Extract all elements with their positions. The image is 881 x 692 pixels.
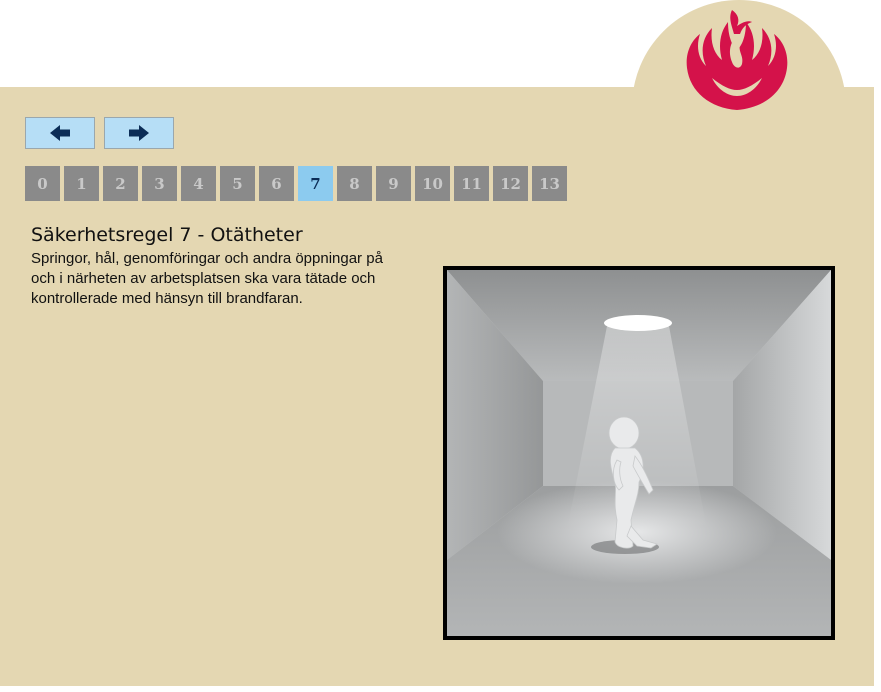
phoenix-logo-icon: [686, 10, 788, 110]
page-button-7-active[interactable]: 7: [298, 166, 333, 201]
slide-title: Säkerhetsregel 7 - Otätheter: [31, 224, 303, 246]
page-button-12[interactable]: 12: [493, 166, 528, 201]
next-slide-button[interactable]: [104, 117, 174, 149]
arrow-right-icon: [129, 125, 149, 141]
page-button-6[interactable]: 6: [259, 166, 294, 201]
room-illustration: [447, 270, 831, 636]
slide-body-text: Springor, hål, genomföringar och andra ö…: [31, 250, 383, 307]
page-button-13[interactable]: 13: [532, 166, 567, 201]
page-button-11[interactable]: 11: [454, 166, 489, 201]
page-button-4[interactable]: 4: [181, 166, 216, 201]
page-button-9[interactable]: 9: [376, 166, 411, 201]
page-selector: 0 1 2 3 4 5 6 7 8 9 10 11 12 13: [25, 166, 567, 201]
page-button-3[interactable]: 3: [142, 166, 177, 201]
previous-slide-button[interactable]: [25, 117, 95, 149]
page-button-10[interactable]: 10: [415, 166, 450, 201]
page-button-2[interactable]: 2: [103, 166, 138, 201]
page-button-8[interactable]: 8: [337, 166, 372, 201]
page-button-5[interactable]: 5: [220, 166, 255, 201]
page-button-1[interactable]: 1: [64, 166, 99, 201]
arrow-left-icon: [50, 125, 70, 141]
page-button-0[interactable]: 0: [25, 166, 60, 201]
empty-room-figure-image: [443, 266, 835, 640]
